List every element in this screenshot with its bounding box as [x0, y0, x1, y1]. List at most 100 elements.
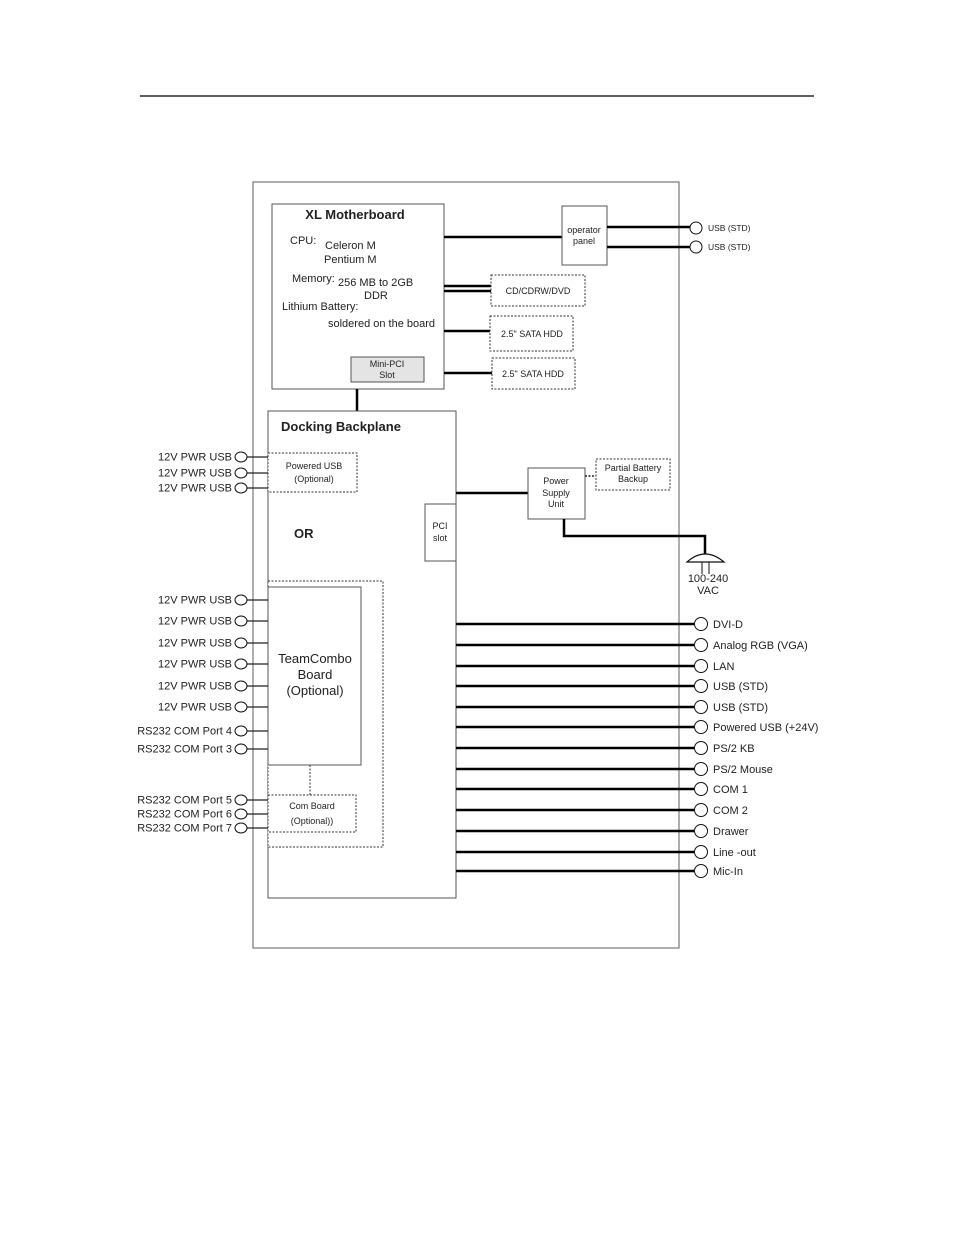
port-connector-icon — [234, 725, 248, 737]
rear-port-label: Mic-In — [713, 866, 743, 878]
rear-port-label: PS/2 Mouse — [713, 764, 773, 776]
docking-backplane-block: Docking Backplane Powered USB (Optional)… — [267, 410, 457, 899]
port-connector-icon — [694, 741, 708, 755]
side-port: 12V PWR USB — [158, 467, 268, 480]
side-port-label: 12V PWR USB — [158, 595, 232, 607]
powered-usb-box — [267, 452, 358, 493]
battery-backup-label-1: Partial Battery — [605, 463, 662, 473]
ac-plug-icon — [685, 553, 726, 563]
port-connector-icon — [694, 845, 708, 859]
port-connector-icon — [234, 594, 248, 606]
memory-value-1: 256 MB to 2GB — [338, 277, 413, 289]
side-port: 12V PWR USB — [158, 680, 268, 693]
op-port-label-1: USB (STD) — [708, 223, 751, 233]
port-connector-icon — [234, 615, 248, 627]
side-port: RS232 COM Port 3 — [137, 743, 268, 756]
port-connector-icon — [234, 482, 248, 494]
port-connector-icon — [694, 638, 708, 652]
rear-port-label: Drawer — [713, 826, 749, 838]
pci-slot-label-2: slot — [433, 533, 448, 543]
rear-port-label: COM 2 — [713, 805, 748, 817]
port-connector-icon — [694, 803, 708, 817]
rear-port-label: Powered USB (+24V) — [713, 722, 818, 734]
port-connector-icon — [694, 720, 708, 734]
port-connector-icon — [234, 637, 248, 649]
psu-label-1: Power — [543, 476, 569, 486]
drives-block: CD/CDRW/DVD 2.5" SATA HDD 2.5" SATA HDD — [444, 274, 586, 390]
hdd1-label: 2.5" SATA HDD — [501, 329, 563, 339]
side-port-label: RS232 COM Port 3 — [137, 744, 232, 756]
side-port-label: RS232 COM Port 7 — [137, 823, 232, 835]
port-connector-icon — [694, 782, 708, 796]
rear-port-label: PS/2 KB — [713, 743, 755, 755]
operator-panel-label-2: panel — [573, 236, 595, 246]
port-connector-icon — [234, 794, 248, 806]
side-port: 12V PWR USB — [158, 482, 268, 495]
or-label: OR — [294, 526, 314, 541]
port-connector-icon — [234, 658, 248, 670]
operator-panel-label-1: operator — [567, 225, 601, 235]
battery-value: soldered on the board — [328, 318, 435, 330]
ac-label-1: 100-240 — [688, 573, 728, 585]
rear-port-label: USB (STD) — [713, 681, 768, 693]
psu-label-2: Supply — [542, 488, 570, 498]
side-port: RS232 COM Port 6 — [137, 808, 268, 821]
side-port: 12V PWR USB — [158, 701, 268, 714]
hdd2-label: 2.5" SATA HDD — [502, 369, 564, 379]
port-connector-icon — [694, 762, 708, 776]
side-port-label: 12V PWR USB — [158, 638, 232, 650]
side-port: RS232 COM Port 4 — [137, 725, 268, 738]
minipci-label-2: Slot — [379, 370, 395, 380]
rear-port-label: DVI-D — [713, 619, 743, 631]
pci-slot-label-1: PCI — [432, 521, 447, 531]
memory-value-2: DDR — [364, 290, 388, 302]
com-board-label-1: Com Board — [289, 801, 335, 811]
rear-port-label: COM 1 — [713, 784, 748, 796]
cpu-value-2: Pentium M — [324, 254, 377, 266]
port-connector-icon — [234, 743, 248, 755]
battery-backup-label-2: Backup — [618, 474, 648, 484]
com-board-label-2: (Optional)) — [291, 816, 334, 826]
ac-label-2: VAC — [697, 585, 719, 597]
side-port: 12V PWR USB — [158, 615, 268, 628]
teamcombo-label-3: (Optional) — [286, 683, 343, 698]
side-port-label: RS232 COM Port 5 — [137, 795, 232, 807]
side-port-label: RS232 COM Port 6 — [137, 809, 232, 821]
side-port: RS232 COM Port 7 — [137, 822, 268, 835]
usb-port-icon — [689, 221, 703, 235]
port-connector-icon — [234, 808, 248, 820]
port-connector-icon — [234, 701, 248, 713]
side-port: 12V PWR USB — [158, 594, 268, 607]
psu-label-3: Unit — [548, 499, 565, 509]
cpu-value-1: Celeron M — [325, 240, 376, 252]
side-port-label: 12V PWR USB — [158, 483, 232, 495]
motherboard-title: XL Motherboard — [305, 207, 404, 222]
left-ports: 12V PWR USB 12V PWR USB 12V PWR USB 12V PWR… — [137, 451, 268, 835]
port-connector-icon — [234, 451, 248, 463]
port-connector-icon — [694, 824, 708, 838]
motherboard-block: XL Motherboard CPU: Celeron M Pentium M … — [271, 203, 445, 390]
powered-usb-label-2: (Optional) — [294, 474, 334, 484]
rear-port-label: USB (STD) — [713, 702, 768, 714]
cd-drive-label: CD/CDRW/DVD — [506, 286, 571, 296]
cpu-label: CPU: — [290, 235, 316, 247]
minipci-label-1: Mini-PCI — [370, 359, 405, 369]
side-port-label: 12V PWR USB — [158, 681, 232, 693]
backplane-title: Docking Backplane — [281, 419, 401, 434]
side-port: 12V PWR USB — [158, 658, 268, 671]
system-block-diagram: XL Motherboard CPU: Celeron M Pentium M … — [137, 95, 818, 949]
rear-port-label: LAN — [713, 661, 734, 673]
port-connector-icon — [694, 617, 708, 631]
side-port-label: 12V PWR USB — [158, 452, 232, 464]
port-connector-icon — [234, 467, 248, 479]
memory-label: Memory: — [292, 273, 335, 285]
side-port-label: 12V PWR USB — [158, 702, 232, 714]
teamcombo-label-1: TeamCombo — [278, 651, 352, 666]
op-port-label-2: USB (STD) — [708, 242, 751, 252]
powered-usb-label-1: Powered USB — [286, 461, 343, 471]
rear-port-label: Line -out — [713, 847, 756, 859]
port-connector-icon — [234, 680, 248, 692]
rear-port-label: Analog RGB (VGA) — [713, 640, 808, 652]
teamcombo-label-2: Board — [298, 667, 333, 682]
side-port: 12V PWR USB — [158, 637, 268, 650]
